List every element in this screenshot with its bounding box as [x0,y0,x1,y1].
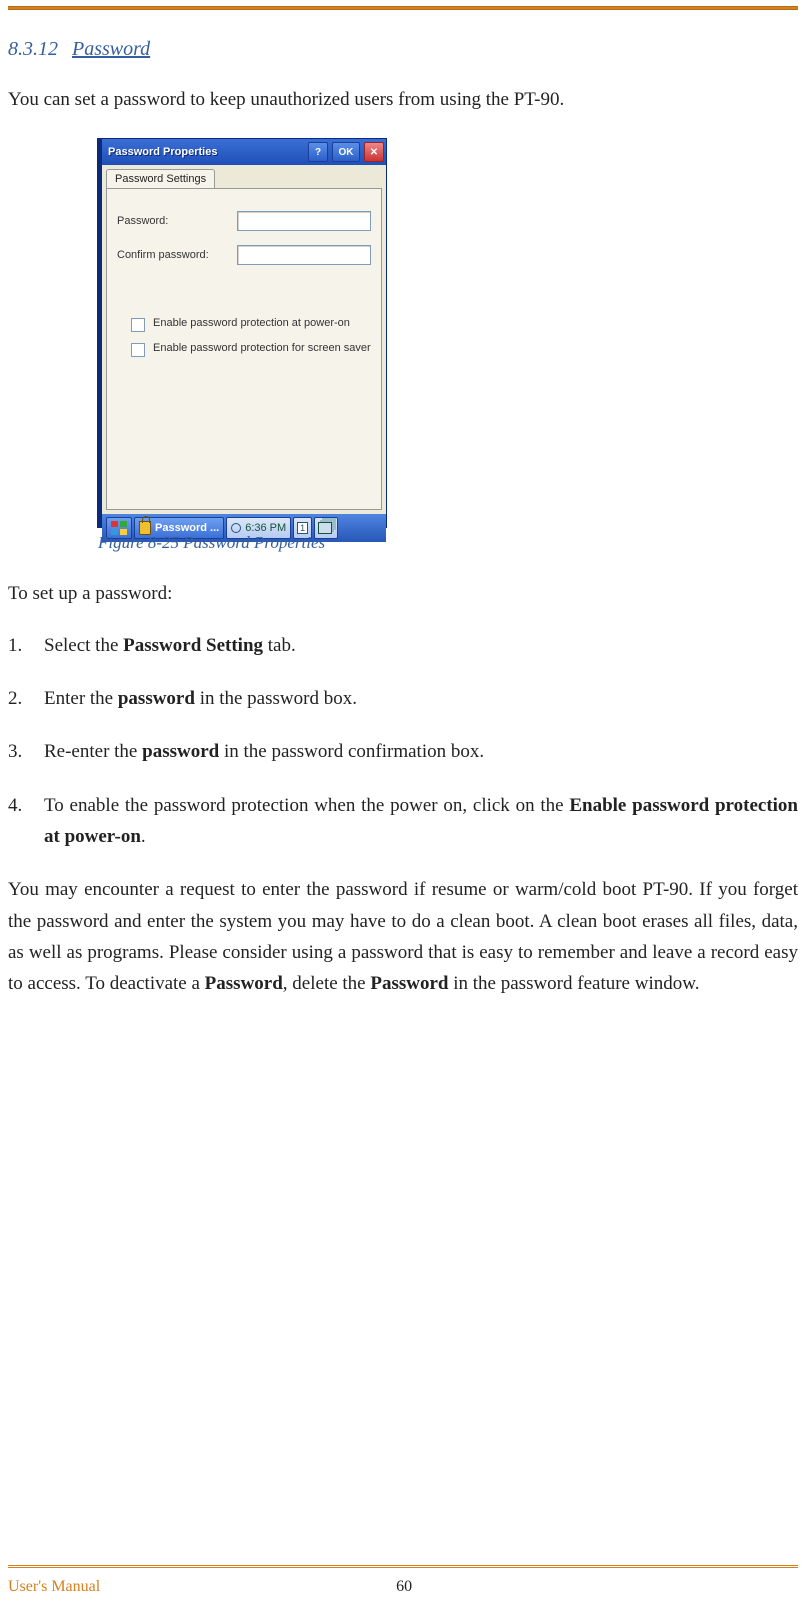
help-button[interactable]: ? [308,142,328,162]
setup-intro: To set up a password: [8,577,798,611]
screensaver-checkbox-label: Enable password protection for screen sa… [153,342,371,356]
clock-icon [231,523,241,533]
confirm-password-label: Confirm password: [117,249,237,261]
poweron-checkbox[interactable] [131,318,145,332]
figure-caption: Figure 8-25 Password Properties [98,533,798,553]
confirm-password-input[interactable] [237,245,371,265]
instructions: To set up a password: Select the Passwor… [8,577,798,999]
intro-paragraph: You can set a password to keep unauthori… [8,85,798,115]
password-input[interactable] [237,211,371,231]
poweron-checkbox-label: Enable password protection at power-on [153,317,350,331]
section-heading: 8.3.12 Password [8,38,798,61]
confirm-field-row: Confirm password: [117,245,371,265]
settings-panel: Password: Confirm password: Enable passw… [106,188,382,510]
screensaver-checkbox[interactable] [131,343,145,357]
list-item: Select the Password Setting tab. [8,630,798,661]
list-item: Enter the password in the password box. [8,683,798,714]
tab-row: Password Settings [102,165,386,188]
list-item: To enable the password protection when t… [8,790,798,853]
footer-left: User's Manual [8,1578,100,1596]
help-icon: ? [315,147,321,158]
ok-label: OK [339,147,354,158]
footer: User's Manual 60 [8,1578,798,1596]
password-label: Password: [117,215,237,227]
footer-rule [8,1565,798,1568]
ok-button[interactable]: OK [332,142,360,162]
poweron-check-row: Enable password protection at power-on [131,317,371,332]
list-item: Re-enter the password in the password co… [8,736,798,767]
password-field-row: Password: [117,211,371,231]
close-icon: ✕ [370,147,378,158]
section-number: 8.3.12 [8,38,58,60]
top-rule [8,6,798,10]
page-content: 8.3.12 Password You can set a password to… [8,28,798,1000]
close-button[interactable]: ✕ [364,142,384,162]
tab-password-settings[interactable]: Password Settings [106,169,215,188]
lock-icon [139,521,151,535]
figure: Password Properties ? OK ✕ Password Sett… [98,139,798,553]
page-number: 60 [100,1578,708,1596]
window-titlebar[interactable]: Password Properties ? OK ✕ [102,139,386,165]
screensaver-check-row: Enable password protection for screen sa… [131,342,371,357]
note-paragraph: You may encounter a request to enter the… [8,874,798,999]
steps-list: Select the Password Setting tab. Enter t… [8,630,798,853]
window-title: Password Properties [108,146,304,158]
section-title: Password [72,38,150,60]
password-properties-window: Password Properties ? OK ✕ Password Sett… [98,139,386,527]
